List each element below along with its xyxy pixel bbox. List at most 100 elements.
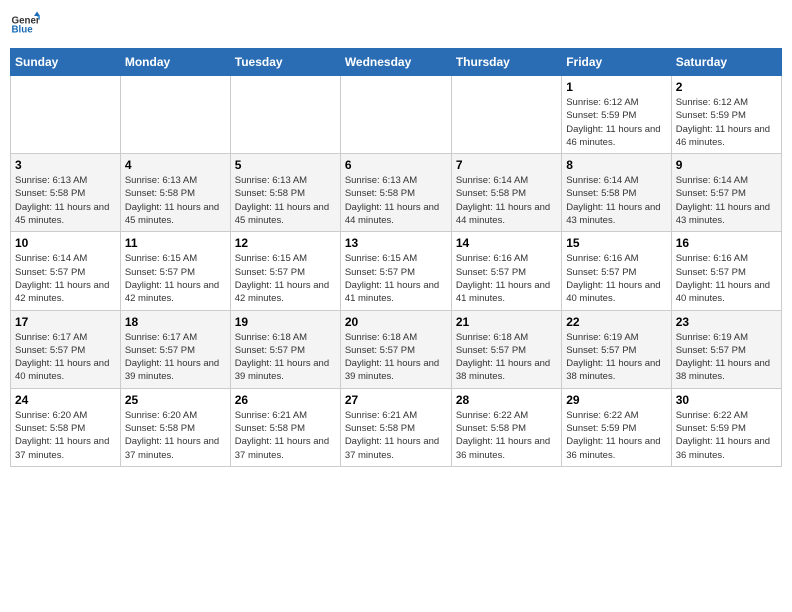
day-number: 24 <box>15 393 116 407</box>
day-info: Sunrise: 6:19 AM Sunset: 5:57 PM Dayligh… <box>676 331 777 384</box>
column-header-sunday: Sunday <box>11 49 121 76</box>
day-info: Sunrise: 6:14 AM Sunset: 5:57 PM Dayligh… <box>676 174 777 227</box>
day-number: 23 <box>676 315 777 329</box>
day-info: Sunrise: 6:18 AM Sunset: 5:57 PM Dayligh… <box>456 331 557 384</box>
calendar-cell: 22 Sunrise: 6:19 AM Sunset: 5:57 PM Dayli… <box>562 310 671 388</box>
calendar-week-row: 24 Sunrise: 6:20 AM Sunset: 5:58 PM Dayli… <box>11 388 782 466</box>
calendar-cell: 23 Sunrise: 6:19 AM Sunset: 5:57 PM Dayli… <box>671 310 781 388</box>
day-info: Sunrise: 6:20 AM Sunset: 5:58 PM Dayligh… <box>125 409 226 462</box>
day-info: Sunrise: 6:19 AM Sunset: 5:57 PM Dayligh… <box>566 331 666 384</box>
calendar-cell <box>120 76 230 154</box>
calendar-header-row: SundayMondayTuesdayWednesdayThursdayFrid… <box>11 49 782 76</box>
day-number: 14 <box>456 236 557 250</box>
calendar-cell: 18 Sunrise: 6:17 AM Sunset: 5:57 PM Dayli… <box>120 310 230 388</box>
calendar-cell: 4Sunrise: 6:13 AM Sunset: 5:58 PM Daylig… <box>120 154 230 232</box>
day-info: Sunrise: 6:21 AM Sunset: 5:58 PM Dayligh… <box>235 409 336 462</box>
column-header-monday: Monday <box>120 49 230 76</box>
day-info: Sunrise: 6:12 AM Sunset: 5:59 PM Dayligh… <box>566 96 666 149</box>
column-header-tuesday: Tuesday <box>230 49 340 76</box>
calendar-cell: 21 Sunrise: 6:18 AM Sunset: 5:57 PM Dayli… <box>451 310 561 388</box>
day-number: 27 <box>345 393 447 407</box>
day-number: 25 <box>125 393 226 407</box>
day-info: Sunrise: 6:15 AM Sunset: 5:57 PM Dayligh… <box>345 252 447 305</box>
calendar-week-row: 10Sunrise: 6:14 AM Sunset: 5:57 PM Dayli… <box>11 232 782 310</box>
calendar-cell: 5 Sunrise: 6:13 AM Sunset: 5:58 PM Daylig… <box>230 154 340 232</box>
day-info: Sunrise: 6:13 AM Sunset: 5:58 PM Dayligh… <box>345 174 447 227</box>
page-header: General Blue <box>10 10 782 40</box>
day-info: Sunrise: 6:20 AM Sunset: 5:58 PM Dayligh… <box>15 409 116 462</box>
day-info: Sunrise: 6:22 AM Sunset: 5:59 PM Dayligh… <box>566 409 666 462</box>
day-info: Sunrise: 6:14 AM Sunset: 5:57 PM Dayligh… <box>15 252 116 305</box>
calendar-cell <box>340 76 451 154</box>
day-number: 9 <box>676 158 777 172</box>
calendar-cell <box>230 76 340 154</box>
day-info: Sunrise: 6:13 AM Sunset: 5:58 PM Dayligh… <box>235 174 336 227</box>
day-number: 12 <box>235 236 336 250</box>
day-number: 21 <box>456 315 557 329</box>
day-info: Sunrise: 6:17 AM Sunset: 5:57 PM Dayligh… <box>15 331 116 384</box>
calendar-cell: 27 Sunrise: 6:21 AM Sunset: 5:58 PM Dayli… <box>340 388 451 466</box>
day-info: Sunrise: 6:18 AM Sunset: 5:57 PM Dayligh… <box>235 331 336 384</box>
day-number: 29 <box>566 393 666 407</box>
calendar-cell: 19 Sunrise: 6:18 AM Sunset: 5:57 PM Dayli… <box>230 310 340 388</box>
calendar-cell <box>11 76 121 154</box>
day-number: 8 <box>566 158 666 172</box>
calendar-week-row: 3 Sunrise: 6:13 AM Sunset: 5:58 PM Daylig… <box>11 154 782 232</box>
day-number: 13 <box>345 236 447 250</box>
day-number: 7 <box>456 158 557 172</box>
calendar-cell: 20Sunrise: 6:18 AM Sunset: 5:57 PM Dayli… <box>340 310 451 388</box>
day-number: 3 <box>15 158 116 172</box>
day-info: Sunrise: 6:15 AM Sunset: 5:57 PM Dayligh… <box>125 252 226 305</box>
svg-text:Blue: Blue <box>12 25 34 36</box>
column-header-thursday: Thursday <box>451 49 561 76</box>
calendar-cell: 16Sunrise: 6:16 AM Sunset: 5:57 PM Dayli… <box>671 232 781 310</box>
day-number: 19 <box>235 315 336 329</box>
day-info: Sunrise: 6:16 AM Sunset: 5:57 PM Dayligh… <box>456 252 557 305</box>
day-info: Sunrise: 6:21 AM Sunset: 5:58 PM Dayligh… <box>345 409 447 462</box>
calendar-cell <box>451 76 561 154</box>
day-number: 28 <box>456 393 557 407</box>
logo: General Blue <box>10 10 40 40</box>
calendar-cell: 11 Sunrise: 6:15 AM Sunset: 5:57 PM Dayli… <box>120 232 230 310</box>
column-header-wednesday: Wednesday <box>340 49 451 76</box>
day-number: 17 <box>15 315 116 329</box>
day-number: 5 <box>235 158 336 172</box>
calendar-cell: 15 Sunrise: 6:16 AM Sunset: 5:57 PM Dayli… <box>562 232 671 310</box>
day-info: Sunrise: 6:16 AM Sunset: 5:57 PM Dayligh… <box>566 252 666 305</box>
day-info: Sunrise: 6:13 AM Sunset: 5:58 PM Dayligh… <box>15 174 116 227</box>
day-number: 18 <box>125 315 226 329</box>
day-number: 6 <box>345 158 447 172</box>
day-info: Sunrise: 6:22 AM Sunset: 5:59 PM Dayligh… <box>676 409 777 462</box>
calendar-cell: 3 Sunrise: 6:13 AM Sunset: 5:58 PM Daylig… <box>11 154 121 232</box>
calendar-cell: 26 Sunrise: 6:21 AM Sunset: 5:58 PM Dayli… <box>230 388 340 466</box>
day-info: Sunrise: 6:15 AM Sunset: 5:57 PM Dayligh… <box>235 252 336 305</box>
calendar-cell: 13 Sunrise: 6:15 AM Sunset: 5:57 PM Dayli… <box>340 232 451 310</box>
day-number: 15 <box>566 236 666 250</box>
day-info: Sunrise: 6:17 AM Sunset: 5:57 PM Dayligh… <box>125 331 226 384</box>
day-info: Sunrise: 6:18 AM Sunset: 5:57 PM Dayligh… <box>345 331 447 384</box>
column-header-friday: Friday <box>562 49 671 76</box>
calendar-body: 1 Sunrise: 6:12 AM Sunset: 5:59 PM Daylig… <box>11 76 782 467</box>
day-number: 26 <box>235 393 336 407</box>
calendar-cell: 9 Sunrise: 6:14 AM Sunset: 5:57 PM Daylig… <box>671 154 781 232</box>
day-info: Sunrise: 6:13 AM Sunset: 5:58 PM Dayligh… <box>125 174 226 227</box>
calendar-week-row: 1 Sunrise: 6:12 AM Sunset: 5:59 PM Daylig… <box>11 76 782 154</box>
day-number: 1 <box>566 80 666 94</box>
logo-icon: General Blue <box>10 10 40 40</box>
calendar-cell: 29 Sunrise: 6:22 AM Sunset: 5:59 PM Dayli… <box>562 388 671 466</box>
day-info: Sunrise: 6:12 AM Sunset: 5:59 PM Dayligh… <box>676 96 777 149</box>
calendar-cell: 17 Sunrise: 6:17 AM Sunset: 5:57 PM Dayli… <box>11 310 121 388</box>
column-header-saturday: Saturday <box>671 49 781 76</box>
day-info: Sunrise: 6:14 AM Sunset: 5:58 PM Dayligh… <box>566 174 666 227</box>
calendar-cell: 24 Sunrise: 6:20 AM Sunset: 5:58 PM Dayli… <box>11 388 121 466</box>
calendar-week-row: 17 Sunrise: 6:17 AM Sunset: 5:57 PM Dayli… <box>11 310 782 388</box>
calendar-cell: 6 Sunrise: 6:13 AM Sunset: 5:58 PM Daylig… <box>340 154 451 232</box>
calendar-cell: 12 Sunrise: 6:15 AM Sunset: 5:57 PM Dayli… <box>230 232 340 310</box>
day-info: Sunrise: 6:16 AM Sunset: 5:57 PM Dayligh… <box>676 252 777 305</box>
day-number: 11 <box>125 236 226 250</box>
calendar-cell: 10Sunrise: 6:14 AM Sunset: 5:57 PM Dayli… <box>11 232 121 310</box>
calendar-cell: 14 Sunrise: 6:16 AM Sunset: 5:57 PM Dayli… <box>451 232 561 310</box>
calendar-table: SundayMondayTuesdayWednesdayThursdayFrid… <box>10 48 782 467</box>
day-number: 22 <box>566 315 666 329</box>
calendar-cell: 7Sunrise: 6:14 AM Sunset: 5:58 PM Daylig… <box>451 154 561 232</box>
